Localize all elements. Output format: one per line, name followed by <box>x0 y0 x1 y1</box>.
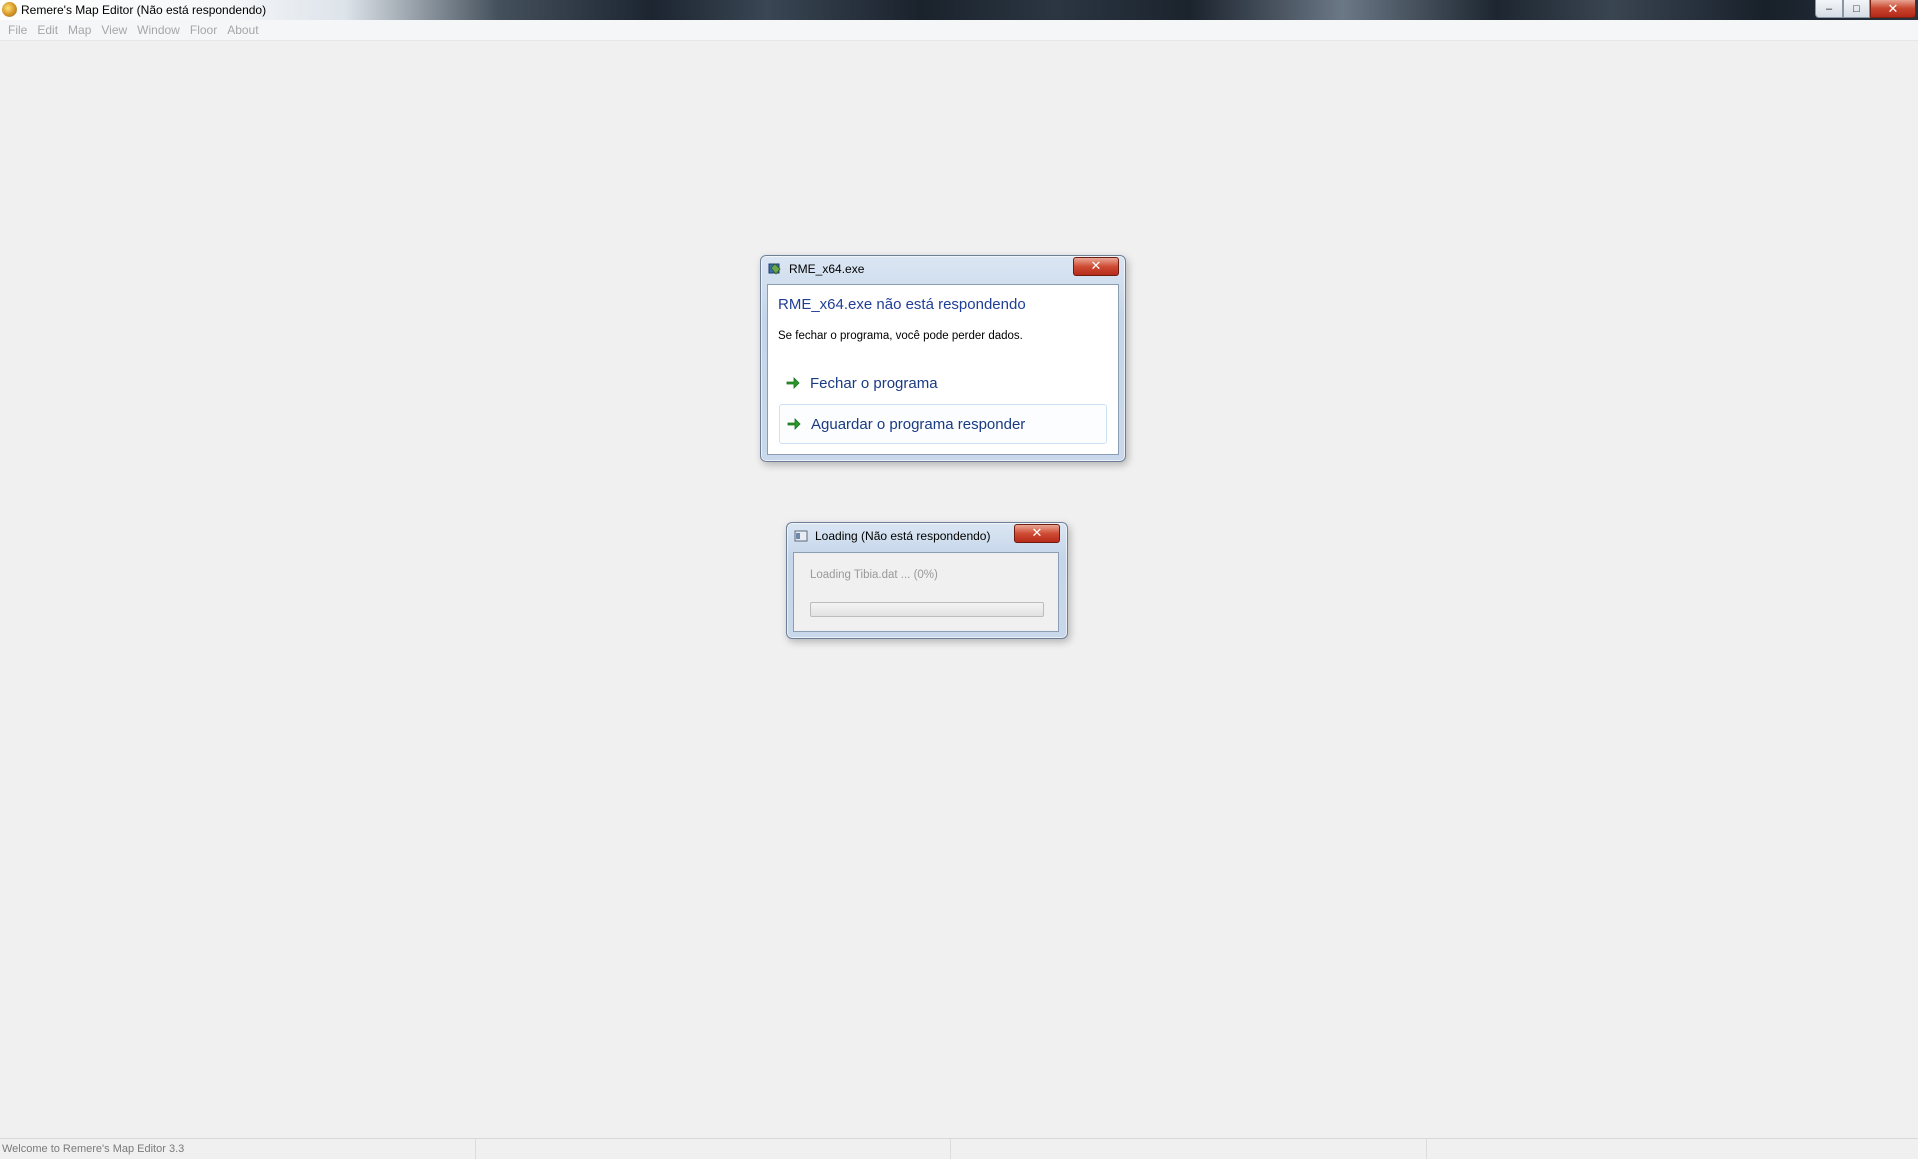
close-program-option[interactable]: Fechar o programa <box>779 364 1105 402</box>
menu-bar: File Edit Map View Window Floor About <box>0 20 1918 41</box>
not-responding-dialog: RME_x64.exe ✕ RME_x64.exe não está respo… <box>760 255 1126 462</box>
green-arrow-icon <box>787 418 801 430</box>
status-pane-2 <box>476 1139 951 1159</box>
loading-status: Loading Tibia.dat ... (0%) <box>810 569 938 581</box>
menu-view[interactable]: View <box>96 20 132 40</box>
dialog-heading: RME_x64.exe não está respondendo <box>778 296 1026 313</box>
minimize-button[interactable]: – <box>1815 0 1843 18</box>
window-controls: – □ ✕ <box>1815 0 1916 18</box>
dialog-close-button[interactable]: ✕ <box>1073 257 1119 276</box>
dialog-content: RME_x64.exe não está respondendo Se fech… <box>767 284 1119 455</box>
option-label: Aguardar o programa responder <box>811 415 1026 433</box>
loading-dialog: Loading (Não está respondendo) ✕ Loading… <box>786 522 1068 639</box>
close-icon: ✕ <box>1031 525 1043 540</box>
program-icon <box>768 263 781 275</box>
menu-about[interactable]: About <box>222 20 263 40</box>
dialog-title: RME_x64.exe <box>789 262 865 276</box>
window-title: Remere's Map Editor (Não está respondend… <box>21 3 267 17</box>
rme-app-icon[interactable] <box>2 2 17 17</box>
dialog-titlebar[interactable]: RME_x64.exe ✕ <box>761 256 1125 280</box>
restore-icon: □ <box>1853 2 1860 15</box>
option-label: Fechar o programa <box>810 374 938 392</box>
wait-program-option[interactable]: Aguardar o programa responder <box>779 404 1107 444</box>
dialog-message: Se fechar o programa, você pode perder d… <box>778 330 1023 342</box>
maximize-button[interactable]: □ <box>1843 0 1870 18</box>
close-button[interactable]: ✕ <box>1870 0 1916 18</box>
window-titlebar[interactable]: Remere's Map Editor (Não está respondend… <box>0 0 1918 21</box>
status-pane-4 <box>1427 1139 1918 1159</box>
dialog-close-button[interactable]: ✕ <box>1014 524 1060 543</box>
dialog-content: Loading Tibia.dat ... (0%) <box>793 552 1059 632</box>
window-icon <box>794 530 808 542</box>
minimize-icon: – <box>1825 2 1833 15</box>
green-arrow-icon <box>786 377 800 389</box>
menu-map[interactable]: Map <box>63 20 96 40</box>
menu-floor[interactable]: Floor <box>185 20 222 40</box>
status-bar: Welcome to Remere's Map Editor 3.3 <box>0 1138 1918 1159</box>
close-icon: ✕ <box>1887 0 1899 16</box>
menu-edit[interactable]: Edit <box>32 20 63 40</box>
progress-bar <box>810 602 1044 617</box>
status-pane-message: Welcome to Remere's Map Editor 3.3 <box>0 1139 476 1159</box>
dialog-title: Loading (Não está respondendo) <box>815 529 991 543</box>
menu-window[interactable]: Window <box>132 20 185 40</box>
close-icon: ✕ <box>1090 258 1102 273</box>
dialog-titlebar[interactable]: Loading (Não está respondendo) ✕ <box>787 523 1067 547</box>
menu-file[interactable]: File <box>3 20 32 40</box>
status-pane-3 <box>951 1139 1427 1159</box>
